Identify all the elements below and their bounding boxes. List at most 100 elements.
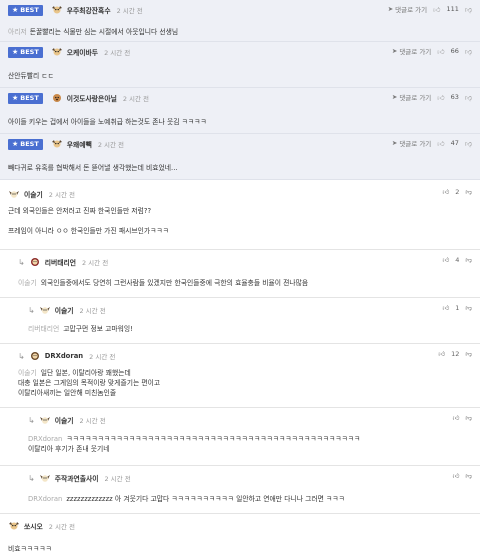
- arrow-icon: ➤: [387, 5, 394, 13]
- avatar[interactable]: [39, 415, 51, 425]
- timestamp: 2 시간 전: [81, 259, 109, 267]
- comment-header: ↳ 주작과연출사이 2 시간 전: [28, 472, 131, 484]
- avatar[interactable]: [29, 257, 41, 267]
- like-count: 47: [450, 139, 459, 147]
- best-badge: ★ BEST: [8, 92, 43, 104]
- nickname[interactable]: 이것도사랑은아닐: [67, 93, 117, 103]
- timestamp: 2 시간 전: [122, 95, 150, 103]
- comment-actions: 👍︎ 1 👎︎: [442, 304, 472, 312]
- best-comment: ★ BEST 우주최강잔혹수 2 시간 전 ➤ 댓글로 가기 👍︎ 111 👎︎ 아…: [0, 0, 480, 42]
- thumbs-up-icon[interactable]: 👍︎: [453, 414, 460, 422]
- comment-text: 비효ㅋㅋㅋㅋㅋ: [8, 545, 52, 553]
- comment-actions: ➤ 댓글로 가기 👍︎ 66 👎︎: [392, 46, 472, 56]
- comment-actions: 👍︎ 12 👎︎: [438, 350, 472, 358]
- nickname[interactable]: 쏘시오: [24, 521, 43, 531]
- best-comment: ★ BEST 이것도사랑은아닐 2 시간 전 ➤ 댓글로 가기 👍︎ 63 👎︎ 아…: [0, 88, 480, 134]
- comment-text: 아이들 키우는 겁에서 아이들을 노예취급 하는것도 존나 웃김 ㅋㅋㅋㅋ: [8, 118, 207, 126]
- comment-text: 아리저 돈꿀빨리는 식물만 심는 시절에서 아웃입니다 선생님: [8, 28, 179, 36]
- timestamp: 2 시간 전: [97, 141, 125, 149]
- thumbs-down-icon[interactable]: 👎︎: [465, 350, 472, 358]
- like-count: 4: [455, 256, 460, 264]
- star-icon: ★: [12, 48, 19, 56]
- avatar[interactable]: [8, 189, 20, 199]
- nickname[interactable]: 이술기: [24, 189, 43, 199]
- thumbs-down-icon[interactable]: 👎︎: [465, 5, 472, 14]
- star-icon: ★: [12, 6, 19, 14]
- thumbs-down-icon[interactable]: 👎︎: [465, 472, 472, 480]
- comment: 이술기 2 시간 전 👍︎ 2 👎︎ 근데 외국인들은 안저러고 진짜 한국인들…: [0, 182, 480, 250]
- thumbs-up-icon[interactable]: 👍︎: [437, 47, 444, 56]
- thumbs-down-icon[interactable]: 👎︎: [465, 47, 472, 56]
- mention: DRXdoran: [28, 495, 63, 503]
- thumbs-up-icon[interactable]: 👍︎: [438, 350, 445, 358]
- reply-arrow-icon: ↳: [18, 257, 25, 267]
- avatar[interactable]: [51, 5, 63, 15]
- like-count: 1: [455, 304, 460, 312]
- timestamp: 2 시간 전: [48, 523, 75, 531]
- thumbs-down-icon[interactable]: 👎︎: [465, 188, 472, 196]
- thumbs-up-icon[interactable]: 👍︎: [437, 139, 444, 148]
- like-count: 63: [450, 93, 459, 101]
- nickname[interactable]: 우주최강잔혹수: [67, 5, 111, 15]
- comment-text: 산안듀빨리 ㄷㄷ: [8, 72, 54, 80]
- go-to-reply-link[interactable]: ➤ 댓글로 가기: [392, 46, 431, 56]
- avatar[interactable]: [29, 351, 41, 361]
- timestamp: 2 시간 전: [116, 7, 143, 15]
- avatar[interactable]: [39, 473, 51, 483]
- thumbs-up-icon[interactable]: 👍︎: [442, 304, 449, 312]
- like-count: 111: [446, 5, 459, 13]
- mention: DRXdoran: [28, 435, 63, 443]
- nickname[interactable]: 리버태리언: [45, 257, 76, 267]
- timestamp: 2 시간 전: [104, 475, 131, 483]
- comment-text: 이술기 일단 일본, 이탈리아랑 꽤했는데 대충 일본은 그게임의 목적이랑 맞게…: [18, 369, 161, 397]
- comment-header: ↳ 이술기 2 시간 전: [28, 304, 106, 316]
- go-to-reply-link[interactable]: ➤ 댓글로 가기: [392, 92, 431, 102]
- thumbs-down-icon[interactable]: 👎︎: [465, 139, 472, 148]
- comment-header: ↳ 이술기 2 시간 전: [28, 414, 106, 426]
- arrow-icon: ➤: [391, 47, 398, 55]
- nickname[interactable]: 주작과연출사이: [55, 473, 99, 483]
- avatar[interactable]: [8, 521, 20, 531]
- reply-arrow-icon: ↳: [18, 351, 25, 361]
- comment-actions: 👍︎ 👎︎: [453, 414, 472, 422]
- avatar[interactable]: [39, 305, 51, 315]
- reply-arrow-icon: ↳: [28, 415, 35, 425]
- avatar[interactable]: [51, 47, 63, 57]
- comment-actions: 👍︎ 4 👎︎: [442, 256, 472, 264]
- go-to-reply-link[interactable]: ➤ 댓글로 가기: [388, 4, 427, 14]
- comment-header: ★ BEST 우주최강잔혹수 2 시간 전: [8, 4, 143, 16]
- comment-header: ★ BEST 이것도사랑은아닐 2 시간 전: [8, 92, 149, 104]
- thumbs-up-icon[interactable]: 👍︎: [453, 472, 460, 480]
- comment-actions: 👍︎ 👎︎: [453, 472, 472, 480]
- timestamp: 2 시간 전: [79, 307, 106, 315]
- comment-text: 빼다귀로 유혹를 협박해서 돈 뜯어낼 생각했는데 비효었네...: [8, 164, 178, 172]
- go-to-reply-link[interactable]: ➤ 댓글로 가기: [392, 138, 431, 148]
- thumbs-down-icon[interactable]: 👎︎: [465, 304, 472, 312]
- nickname[interactable]: DRXdoran: [45, 352, 83, 360]
- avatar[interactable]: [51, 139, 63, 149]
- best-comment: ★ BEST 우왜예빽 2 시간 전 ➤ 댓글로 가기 👍︎ 47 👎︎ 빼다귀로 …: [0, 134, 480, 180]
- timestamp: 2 시간 전: [104, 49, 131, 57]
- reply-arrow-icon: ↳: [28, 473, 35, 483]
- thumbs-down-icon[interactable]: 👎︎: [465, 414, 472, 422]
- reply-comment: ↳ 주작과연출사이 2 시간 전 👍︎ 👎︎ DRXdoran zzzzzzzzz…: [0, 466, 480, 514]
- comment-header: 이술기 2 시간 전: [8, 188, 75, 200]
- nickname[interactable]: 우왜예빽: [67, 139, 92, 149]
- nickname[interactable]: 이술기: [55, 415, 74, 425]
- comment-text: DRXdoran zzzzzzzzzzzzz 아 겨웃기다 고맙다 ㅋㅋㅋㅋㅋㅋㅋ…: [28, 495, 345, 503]
- comment-text: 이술기 외국인들중에서도 당연히 그런사람들 있겠지만 한국인들중에 극한의 효율…: [18, 279, 309, 287]
- thumbs-down-icon[interactable]: 👎︎: [465, 93, 472, 102]
- thumbs-up-icon[interactable]: 👍︎: [437, 93, 444, 102]
- nickname[interactable]: 이술기: [55, 305, 74, 315]
- timestamp: 2 시간 전: [79, 417, 106, 425]
- like-count: 2: [455, 188, 460, 196]
- thumbs-up-icon[interactable]: 👍︎: [442, 188, 449, 196]
- best-comment: ★ BEST 오케이바두 2 시간 전 ➤ 댓글로 가기 👍︎ 66 👎︎ 산안듀빨…: [0, 42, 480, 88]
- avatar[interactable]: [51, 93, 63, 103]
- nickname[interactable]: 오케이바두: [67, 47, 98, 57]
- thumbs-up-icon[interactable]: 👍︎: [433, 5, 440, 14]
- comment-text: 근데 외국인들은 안저러고 진짜 한국인들만 저럼?? 프레임이 아니라 ㅇㅇ …: [8, 207, 169, 235]
- comment-actions: ➤ 댓글로 가기 👍︎ 111 👎︎: [388, 4, 472, 14]
- thumbs-down-icon[interactable]: 👎︎: [465, 256, 472, 264]
- thumbs-up-icon[interactable]: 👍︎: [442, 256, 449, 264]
